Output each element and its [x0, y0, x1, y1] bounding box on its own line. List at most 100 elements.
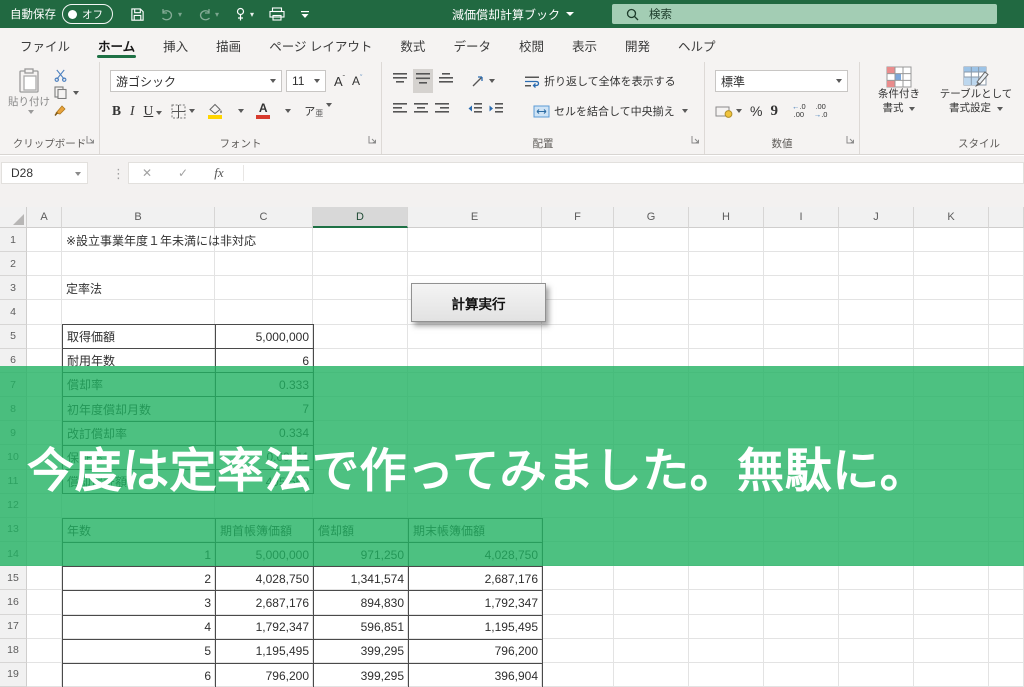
cell-b3-method[interactable]: 定率法	[66, 276, 102, 300]
cell-A5[interactable]	[27, 325, 62, 349]
decrease-indent-button[interactable]	[467, 102, 483, 120]
cell-C2[interactable]	[215, 252, 313, 276]
cell-A1[interactable]	[27, 228, 62, 252]
cell-G16[interactable]	[614, 590, 689, 614]
row-header-5[interactable]: 5	[0, 325, 27, 349]
qat-customize-icon[interactable]	[300, 10, 310, 19]
cell-I16[interactable]	[764, 590, 839, 614]
print-icon[interactable]	[269, 7, 285, 21]
cell-I4[interactable]	[764, 300, 839, 324]
schedule-cell[interactable]: 4	[63, 615, 216, 639]
align-left-button[interactable]	[392, 102, 408, 120]
cell-A3[interactable]	[27, 276, 62, 300]
cancel-icon[interactable]: ✕	[129, 166, 165, 180]
schedule-cell[interactable]: 3	[63, 591, 216, 615]
cell-K16[interactable]	[914, 590, 989, 614]
cut-button[interactable]	[54, 69, 79, 82]
accounting-format-button[interactable]	[715, 105, 742, 118]
autosave-toggle[interactable]: 自動保存 オフ	[10, 0, 113, 28]
formula-input[interactable]	[250, 163, 1023, 183]
cell-K2[interactable]	[914, 252, 989, 276]
cell-D5[interactable]	[313, 325, 408, 349]
cell-I1[interactable]	[764, 228, 839, 252]
column-header-D[interactable]: D	[313, 207, 408, 228]
schedule-cell[interactable]: 894,830	[314, 591, 409, 615]
increase-font-size-button[interactable]: Aˆ	[334, 74, 345, 89]
column-header-C[interactable]: C	[215, 207, 313, 228]
tab-校閲[interactable]: 校閲	[505, 28, 558, 62]
tab-描画[interactable]: 描画	[202, 28, 255, 62]
cell-K15[interactable]	[914, 566, 989, 590]
number-dialog-launcher-icon[interactable]	[846, 131, 855, 149]
cell-F1[interactable]	[542, 228, 614, 252]
cell-J4[interactable]	[839, 300, 914, 324]
cell-b1-note[interactable]: ※設立事業年度１年未満には非対応	[66, 228, 256, 252]
enter-icon[interactable]: ✓	[165, 166, 201, 180]
schedule-cell[interactable]: 596,851	[314, 615, 409, 639]
name-box[interactable]: D28	[1, 162, 88, 184]
comma-style-button[interactable]: 9	[770, 103, 778, 120]
column-header-J[interactable]: J	[839, 207, 914, 228]
cell-J3[interactable]	[839, 276, 914, 300]
fill-color-button[interactable]	[204, 103, 226, 119]
cell-G4[interactable]	[614, 300, 689, 324]
orientation-button[interactable]	[471, 74, 495, 88]
font-dialog-launcher-icon[interactable]	[368, 131, 377, 149]
cell-H19[interactable]	[689, 663, 764, 687]
row-header-3[interactable]: 3	[0, 276, 27, 300]
row-header-17[interactable]: 17	[0, 615, 27, 639]
decrease-decimal-button[interactable]: .00→.0	[814, 103, 828, 119]
align-bottom-button[interactable]	[438, 72, 454, 90]
cell-C4[interactable]	[215, 300, 313, 324]
cell-X4[interactable]	[989, 300, 1024, 324]
phonetic-guide-button[interactable]: ア亜	[304, 103, 332, 119]
insert-function-icon[interactable]: fx	[201, 165, 237, 181]
schedule-cell[interactable]: 2	[63, 567, 216, 591]
cell-B2[interactable]	[62, 252, 215, 276]
calc-run-button[interactable]: 計算実行	[411, 283, 546, 322]
cell-I19[interactable]	[764, 663, 839, 687]
select-all-button[interactable]	[0, 207, 27, 228]
cell-H4[interactable]	[689, 300, 764, 324]
schedule-cell[interactable]: 399,295	[314, 639, 409, 663]
cell-D3[interactable]	[313, 276, 408, 300]
cell-J17[interactable]	[839, 615, 914, 639]
cell-H16[interactable]	[689, 590, 764, 614]
cell-J1[interactable]	[839, 228, 914, 252]
column-header-partial[interactable]	[989, 207, 1024, 228]
column-header-H[interactable]: H	[689, 207, 764, 228]
paste-button[interactable]: 貼り付け	[8, 68, 50, 116]
cell-C3[interactable]	[215, 276, 313, 300]
font-size-select[interactable]: 11	[286, 70, 326, 92]
wrap-text-button[interactable]: 折り返して全体を表示する	[524, 73, 676, 89]
touch-mode-icon[interactable]: ▾	[234, 7, 254, 22]
cell-K19[interactable]	[914, 663, 989, 687]
tab-データ[interactable]: データ	[439, 28, 505, 62]
cell-D4[interactable]	[313, 300, 408, 324]
schedule-cell[interactable]: 1,792,347	[216, 615, 314, 639]
cell-G17[interactable]	[614, 615, 689, 639]
cell-X15[interactable]	[989, 566, 1024, 590]
number-format-select[interactable]: 標準	[715, 70, 848, 92]
cell-I18[interactable]	[764, 639, 839, 663]
increase-indent-button[interactable]	[488, 102, 504, 120]
schedule-cell[interactable]: 1,792,347	[409, 591, 543, 615]
cell-A16[interactable]	[27, 590, 62, 614]
cell-H3[interactable]	[689, 276, 764, 300]
cell-E2[interactable]	[408, 252, 542, 276]
cell-A18[interactable]	[27, 639, 62, 663]
cell-X17[interactable]	[989, 615, 1024, 639]
align-middle-button[interactable]	[413, 69, 433, 93]
cell-F4[interactable]	[542, 300, 614, 324]
cell-D1[interactable]	[313, 228, 408, 252]
row-header-18[interactable]: 18	[0, 639, 27, 663]
undo-icon[interactable]: ▾	[160, 8, 182, 21]
cell-I15[interactable]	[764, 566, 839, 590]
cell-I5[interactable]	[764, 325, 839, 349]
cell-K1[interactable]	[914, 228, 989, 252]
cell-X5[interactable]	[989, 325, 1024, 349]
schedule-cell[interactable]: 796,200	[216, 663, 314, 687]
cell-F3[interactable]	[542, 276, 614, 300]
schedule-cell[interactable]: 1,195,495	[409, 615, 543, 639]
row-header-16[interactable]: 16	[0, 590, 27, 614]
